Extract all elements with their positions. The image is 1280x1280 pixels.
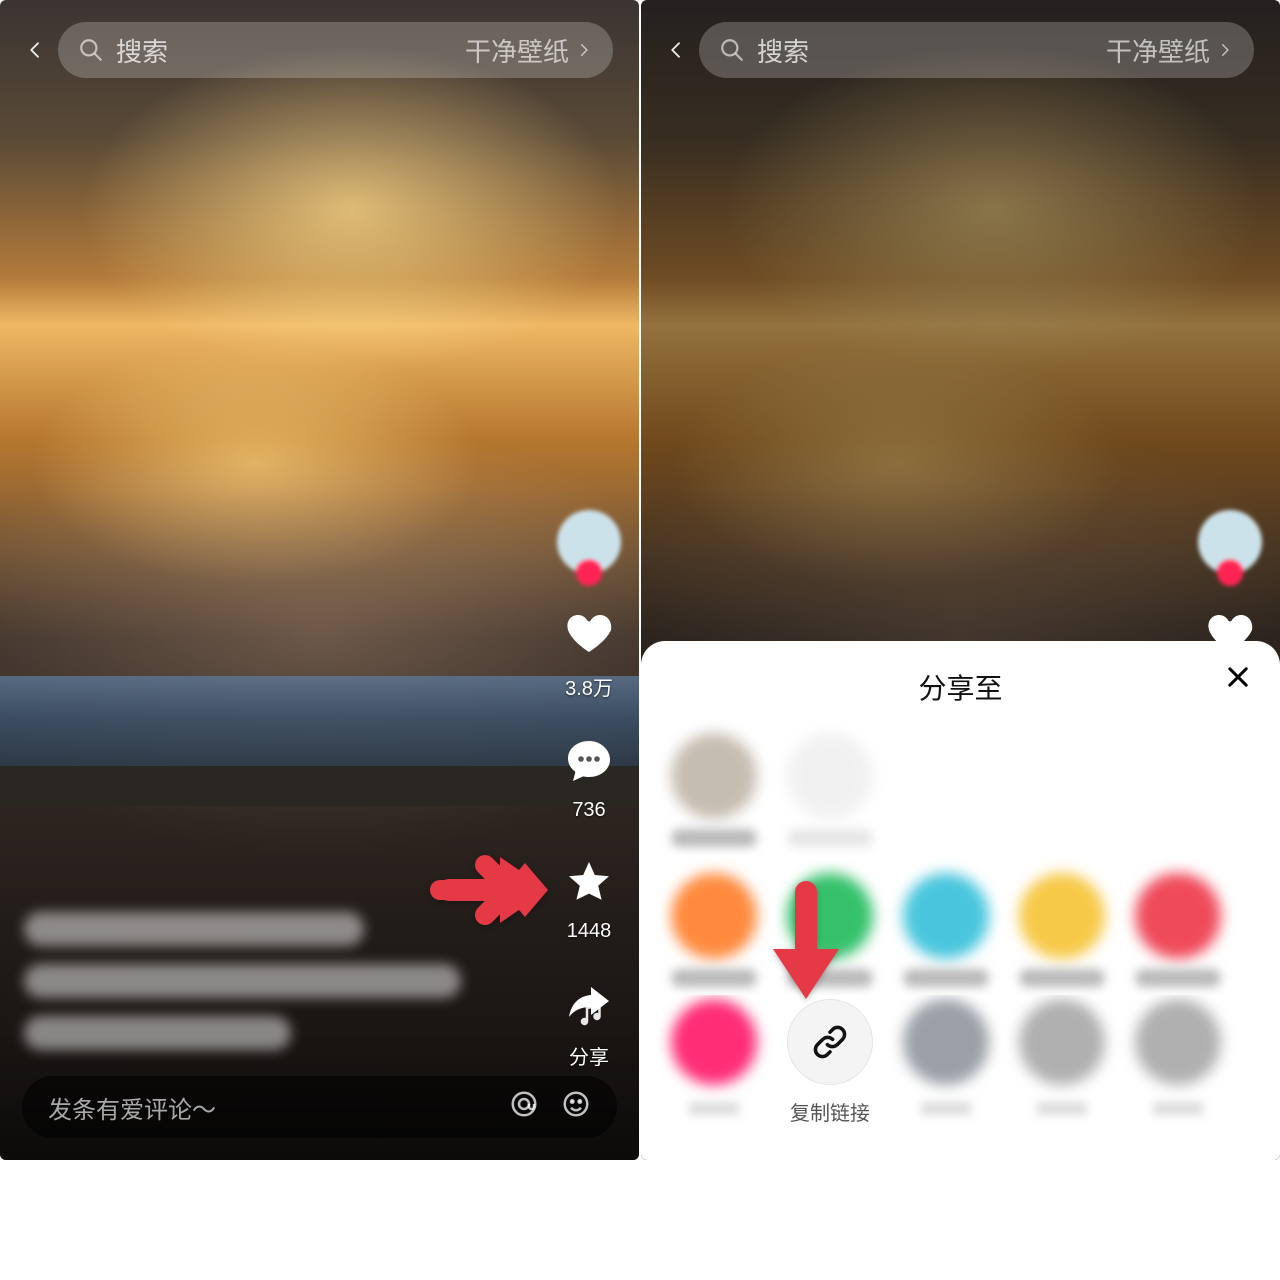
- search-placeholder: 搜索: [116, 32, 465, 69]
- instruction-arrow-down: [761, 875, 851, 1010]
- share-target[interactable]: [903, 873, 989, 987]
- back-button[interactable]: [667, 35, 685, 65]
- mention-icon[interactable]: [509, 1089, 539, 1126]
- comment-input[interactable]: 发条有爱评论～: [22, 1076, 617, 1138]
- search-icon: [719, 37, 745, 63]
- share-target[interactable]: [1019, 873, 1105, 987]
- copy-link-label: 复制链接: [790, 1097, 870, 1126]
- favorite-count: 1448: [567, 920, 612, 943]
- comment-button[interactable]: 736: [557, 729, 621, 822]
- back-button[interactable]: [26, 35, 44, 65]
- share-target[interactable]: [1135, 873, 1221, 987]
- music-icon[interactable]: [577, 999, 607, 1034]
- search-placeholder: 搜索: [757, 32, 1106, 69]
- close-button[interactable]: [1224, 663, 1252, 696]
- top-bar: 搜索 干净壁纸: [641, 22, 1280, 78]
- share-actions-row[interactable]: xxxxx 复制链接 xxxxx xxxxx xxxxx: [641, 995, 1280, 1134]
- share-targets-row[interactable]: [641, 855, 1280, 995]
- share-action[interactable]: xxxxx: [671, 999, 757, 1120]
- share-label: 分享: [569, 1041, 609, 1070]
- video-city-layer: [0, 487, 639, 1160]
- comment-count: 736: [572, 799, 605, 822]
- share-action[interactable]: xxxxx: [1019, 999, 1105, 1120]
- share-action[interactable]: xxxxx: [1135, 999, 1221, 1120]
- search-icon: [78, 37, 104, 63]
- share-target[interactable]: [671, 873, 757, 987]
- share-screen: 搜索 干净壁纸 分享至: [641, 0, 1280, 1160]
- like-count: 3.8万: [565, 672, 613, 701]
- search-hint[interactable]: 干净壁纸: [1106, 32, 1232, 69]
- video-caption: [24, 912, 509, 1050]
- share-contact[interactable]: [787, 733, 873, 847]
- comment-placeholder: 发条有爱评论～: [48, 1090, 216, 1125]
- share-sheet: 分享至 xxxxx: [641, 641, 1280, 1160]
- search-bar[interactable]: 搜索 干净壁纸: [699, 22, 1254, 78]
- share-contact[interactable]: [671, 733, 757, 847]
- star-icon: [557, 850, 621, 914]
- link-icon: [787, 999, 873, 1085]
- heart-icon: [557, 602, 621, 666]
- share-action[interactable]: xxxxx: [903, 999, 989, 1120]
- top-bar: 搜索 干净壁纸: [0, 22, 639, 78]
- share-contacts-row[interactable]: [641, 715, 1280, 855]
- caption-line: [24, 1016, 291, 1050]
- favorite-button[interactable]: 1448: [557, 850, 621, 943]
- copy-link-button[interactable]: 复制链接: [787, 999, 873, 1126]
- emoji-icon[interactable]: [561, 1089, 591, 1126]
- like-button[interactable]: 3.8万: [557, 602, 621, 701]
- caption-line: [24, 964, 461, 998]
- author-avatar[interactable]: [557, 510, 621, 574]
- search-bar[interactable]: 搜索 干净壁纸: [58, 22, 613, 78]
- action-rail: 3.8万 736 1448 分享: [557, 510, 621, 1070]
- share-sheet-title: 分享至: [641, 667, 1280, 707]
- caption-line: [24, 912, 364, 946]
- author-avatar[interactable]: [1198, 510, 1262, 574]
- search-hint[interactable]: 干净壁纸: [465, 32, 591, 69]
- comment-icon: [557, 729, 621, 793]
- feed-screen: 搜索 干净壁纸 3.8万 736 1448: [0, 0, 639, 1160]
